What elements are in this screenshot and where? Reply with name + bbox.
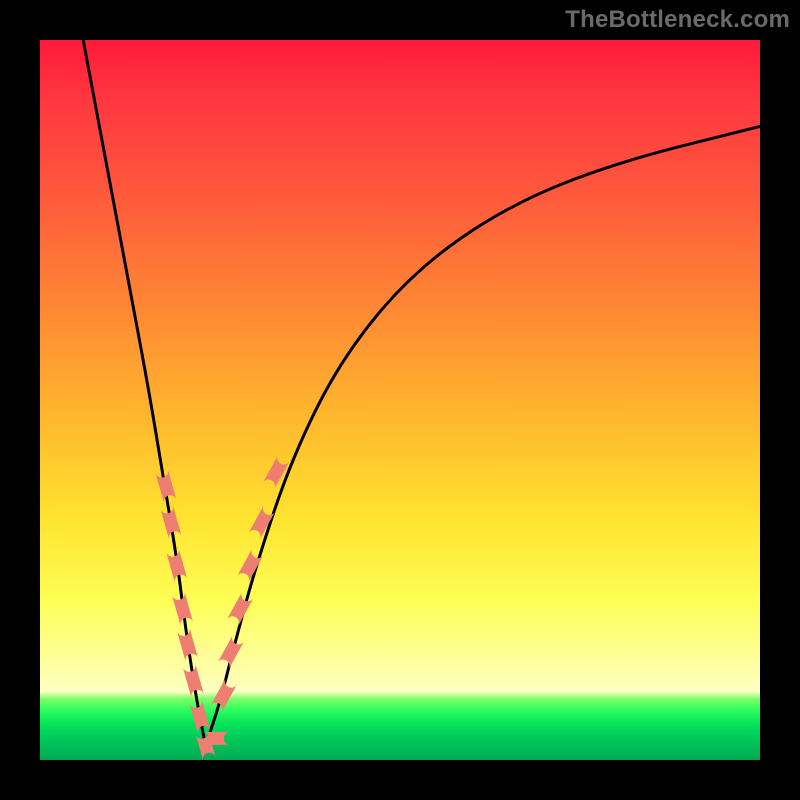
outer-frame: TheBottleneck.com — [0, 0, 800, 800]
bead-group — [155, 455, 289, 761]
curve-right-branch — [206, 126, 760, 745]
watermark-text: TheBottleneck.com — [565, 6, 790, 34]
bead-marker — [160, 505, 181, 539]
bead-marker — [263, 455, 290, 489]
bead-marker — [210, 678, 237, 712]
bead-marker — [183, 664, 204, 698]
chart-svg — [40, 40, 760, 760]
bead-marker — [227, 592, 254, 626]
bead-marker — [189, 700, 210, 734]
bead-marker — [217, 635, 244, 669]
